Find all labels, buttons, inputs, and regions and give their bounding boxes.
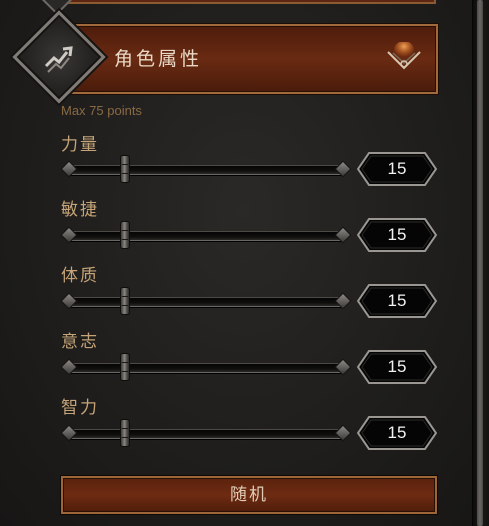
character-creation-panel: 角色属性 Max 75 points 力量 15 敏捷 15 体质 15 意志 … [0,0,489,526]
slider-handle[interactable] [119,221,130,249]
attribute-value-box[interactable]: 15 [357,350,437,384]
attribute-value: 15 [387,159,407,178]
stats-arrow-icon [44,46,73,73]
attribute-value-box[interactable]: 15 [357,218,437,252]
attribute-label: 体质 [61,266,99,286]
attribute-slider[interactable] [60,155,352,183]
section-title: 角色属性 [114,48,203,70]
attribute-value-box[interactable]: 15 [357,284,437,318]
attribute-slider[interactable] [60,353,352,381]
attribute-label: 敏捷 [61,200,99,220]
attribute-value: 15 [387,423,407,442]
attribute-label: 智力 [61,398,99,418]
attribute-label: 意志 [61,332,99,352]
attribute-value-box[interactable]: 15 [357,152,437,186]
attribute-value-box[interactable]: 15 [357,416,437,450]
chevron-down-icon[interactable] [384,42,424,76]
slider-handle[interactable] [119,155,130,183]
scrollbar-thumb[interactable] [477,0,483,526]
slider-handle[interactable] [119,287,130,315]
slider-handle[interactable] [119,419,130,447]
attribute-value: 15 [387,291,407,310]
attribute-value: 15 [387,357,407,376]
random-button[interactable]: 随机 [61,476,437,514]
slider-handle[interactable] [119,353,130,381]
attribute-value: 15 [387,225,407,244]
max-points-text: Max 75 points [61,103,142,118]
attribute-slider[interactable] [60,419,352,447]
attribute-slider[interactable] [60,221,352,249]
attribute-slider[interactable] [60,287,352,315]
previous-section-header[interactable] [62,0,436,4]
attribute-label: 力量 [61,135,99,155]
